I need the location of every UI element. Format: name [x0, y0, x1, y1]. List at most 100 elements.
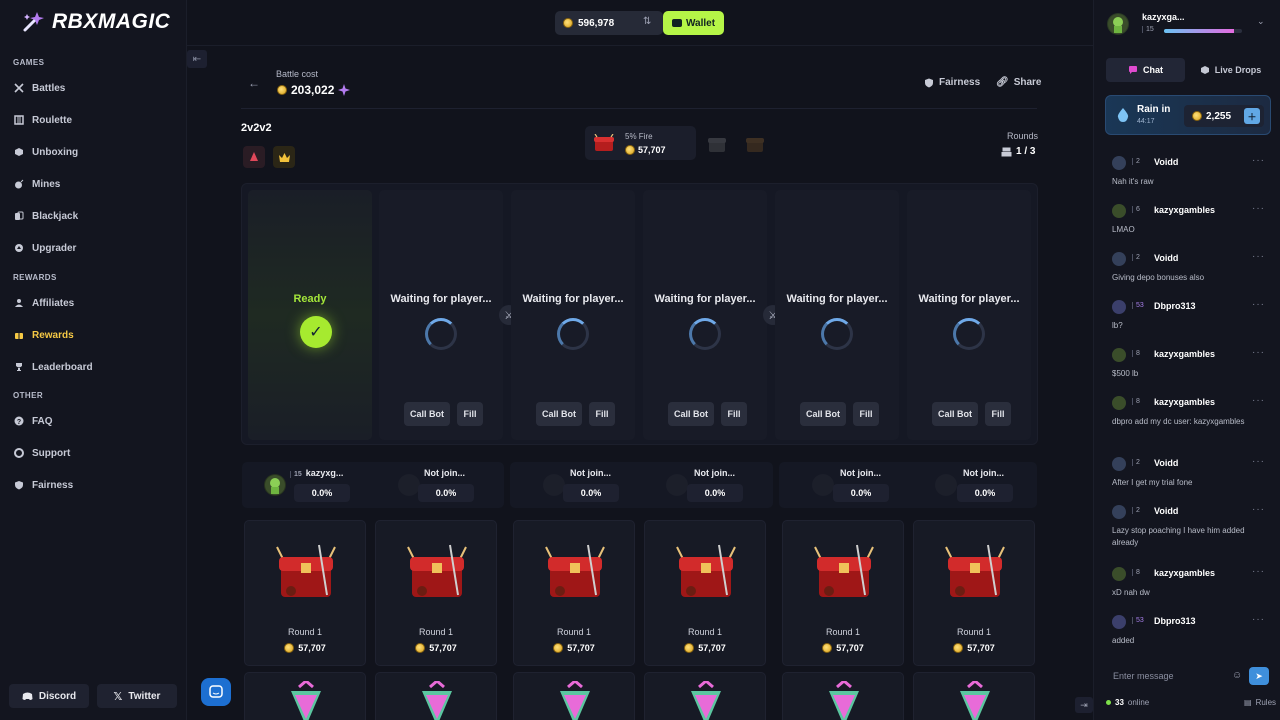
user-level: 2 — [1132, 158, 1140, 165]
round-label: Round 1 — [956, 627, 992, 637]
fill-button[interactable]: Fill — [985, 402, 1011, 426]
sidebar-item-faq[interactable]: ? FAQ — [14, 413, 53, 429]
swap-icon[interactable]: ⇅ — [643, 16, 651, 27]
next-round-case-card[interactable] — [244, 672, 366, 720]
chat-username[interactable]: kazyxgambles — [1154, 205, 1215, 215]
round-label: Round 1 — [556, 627, 592, 637]
chat-message-text: After I get my trial fone — [1112, 478, 1193, 487]
fairness-link[interactable]: Fairness — [924, 77, 980, 88]
share-link[interactable]: 🔗︎ Share — [996, 77, 1042, 88]
chat-username[interactable]: Voidd — [1154, 157, 1178, 167]
round-case-card[interactable]: Round 1 57,707 — [782, 520, 904, 666]
more-options-icon[interactable]: ··· — [1252, 251, 1265, 262]
chat-username[interactable]: Dbpro313 — [1154, 301, 1196, 311]
next-round-case-card[interactable] — [375, 672, 497, 720]
sidebar-item-upgrader[interactable]: Upgrader — [14, 240, 76, 256]
send-button[interactable]: ➤ — [1249, 667, 1269, 685]
more-options-icon[interactable]: ··· — [1252, 566, 1265, 577]
avatar[interactable] — [1112, 457, 1126, 471]
more-options-icon[interactable]: ··· — [1252, 155, 1265, 166]
chat-input[interactable]: Enter message — [1105, 665, 1235, 687]
wallet-button[interactable]: Wallet — [663, 11, 724, 35]
round-case-card[interactable]: Round 1 57,707 — [644, 520, 766, 666]
rain-tip-button[interactable]: ＋ — [1244, 108, 1260, 124]
fill-button[interactable]: Fill — [721, 402, 747, 426]
avatar[interactable] — [1112, 252, 1126, 266]
back-arrow-icon[interactable]: ← — [248, 76, 260, 90]
call-bot-button[interactable]: Call Bot — [932, 402, 978, 426]
more-options-icon[interactable]: ··· — [1252, 614, 1265, 625]
tab-chat[interactable]: Chat — [1106, 58, 1185, 82]
sidebar-item-support[interactable]: Support — [14, 445, 70, 461]
round-case-card[interactable]: Round 1 57,707 — [513, 520, 635, 666]
logo[interactable]: RBXMAGIC — [22, 10, 170, 34]
call-bot-button[interactable]: Call Bot — [800, 402, 846, 426]
avatar[interactable] — [1112, 615, 1126, 629]
fill-button[interactable]: Fill — [589, 402, 615, 426]
sidebar-item-leaderboard[interactable]: Leaderboard — [14, 359, 93, 375]
chevron-down-icon[interactable]: ⌄ — [1257, 16, 1265, 27]
next-round-case-card[interactable] — [513, 672, 635, 720]
more-options-icon[interactable]: ··· — [1252, 299, 1265, 310]
avatar — [666, 474, 688, 496]
sidebar-item-unboxing[interactable]: Unboxing — [14, 144, 78, 160]
twitter-button[interactable]: 𝕏 Twitter — [97, 684, 177, 708]
chat-username[interactable]: kazyxgambles — [1154, 349, 1215, 359]
current-case[interactable]: 5% Fire 57,707 — [585, 126, 696, 160]
avatar[interactable] — [1112, 505, 1126, 519]
chat-username[interactable]: Voidd — [1154, 253, 1178, 263]
emoji-icon[interactable]: ☺ — [1232, 670, 1242, 681]
discord-button[interactable]: Discord — [9, 684, 89, 708]
avatar[interactable] — [1112, 348, 1126, 362]
sidebar-item-roulette[interactable]: Roulette — [14, 112, 72, 128]
more-options-icon[interactable]: ··· — [1252, 504, 1265, 515]
next-round-case-card[interactable] — [782, 672, 904, 720]
sidebar-item-blackjack[interactable]: Blackjack — [14, 208, 78, 224]
round-case-card[interactable]: Round 1 57,707 — [375, 520, 497, 666]
chat-username[interactable]: Voidd — [1154, 506, 1178, 516]
sidebar-item-battles[interactable]: Battles — [14, 80, 65, 96]
call-bot-button[interactable]: Call Bot — [404, 402, 450, 426]
support-chat-button[interactable] — [201, 678, 231, 706]
sidebar-item-fairness[interactable]: Fairness — [14, 477, 73, 493]
rounds-label: Rounds — [1007, 131, 1039, 141]
avatar[interactable] — [1112, 156, 1126, 170]
chat-username[interactable]: kazyxgambles — [1154, 397, 1215, 407]
avatar[interactable] — [1112, 300, 1126, 314]
user-level: 2 — [1132, 254, 1140, 261]
chat-username[interactable]: kazyxgambles — [1154, 568, 1215, 578]
call-bot-button[interactable]: Call Bot — [536, 402, 582, 426]
sidebar-item-label: Mines — [32, 178, 61, 190]
chat-message-text: lb? — [1112, 321, 1123, 330]
round-price: 57,707 — [245, 643, 365, 653]
chat-username[interactable]: Dbpro313 — [1154, 616, 1196, 626]
chat-message-text: Lazy stop poaching I have him added alre… — [1112, 526, 1245, 547]
fill-button[interactable]: Fill — [457, 402, 483, 426]
sidebar-item-mines[interactable]: Mines — [14, 176, 60, 192]
avatar[interactable] — [1112, 204, 1126, 218]
round-case-card[interactable]: Round 1 57,707 — [913, 520, 1035, 666]
more-options-icon[interactable]: ··· — [1252, 395, 1265, 406]
fill-button[interactable]: Fill — [853, 402, 879, 426]
sidebar-item-affiliates[interactable]: Affiliates — [14, 295, 74, 311]
user-name[interactable]: kazyxga... — [1142, 12, 1185, 22]
gem-case-icon — [819, 679, 869, 720]
player-info-1[interactable]: 15 kazyxg... 0.0% — [242, 462, 372, 508]
rules-link[interactable]: ▤ Rules — [1244, 698, 1276, 707]
chat-username[interactable]: Voidd — [1154, 458, 1178, 468]
user-avatar[interactable] — [1107, 13, 1129, 35]
chat-collapse-button[interactable]: ⇥ — [1075, 697, 1093, 713]
next-round-case-card[interactable] — [644, 672, 766, 720]
online-label: online — [1127, 698, 1150, 707]
more-options-icon[interactable]: ··· — [1252, 456, 1265, 467]
more-options-icon[interactable]: ··· — [1252, 203, 1265, 214]
more-options-icon[interactable]: ··· — [1252, 347, 1265, 358]
avatar[interactable] — [1112, 567, 1126, 581]
sidebar-item-rewards[interactable]: Rewards — [14, 327, 74, 343]
avatar[interactable] — [1112, 396, 1126, 410]
round-case-card[interactable]: Round 1 57,707 — [244, 520, 366, 666]
call-bot-button[interactable]: Call Bot — [668, 402, 714, 426]
next-round-case-card[interactable] — [913, 672, 1035, 720]
sidebar-collapse-button[interactable]: ⇤ — [187, 50, 207, 68]
tab-live-drops[interactable]: Live Drops — [1191, 58, 1270, 82]
